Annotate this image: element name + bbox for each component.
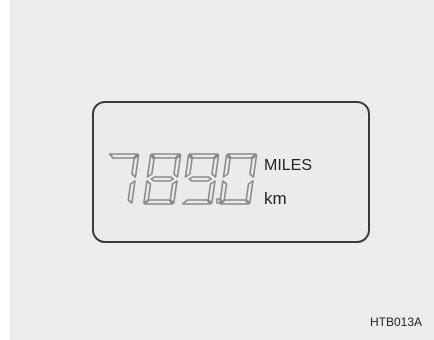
odometer-digit — [108, 153, 140, 204]
odometer-digits — [108, 153, 258, 205]
odometer-digit — [219, 153, 258, 205]
odometer-digit — [181, 153, 220, 205]
figure-code: HTB013A — [370, 316, 423, 328]
unit-km-label: km — [264, 189, 287, 208]
odometer-digit — [143, 153, 182, 205]
unit-miles-label: MILES — [264, 157, 313, 174]
